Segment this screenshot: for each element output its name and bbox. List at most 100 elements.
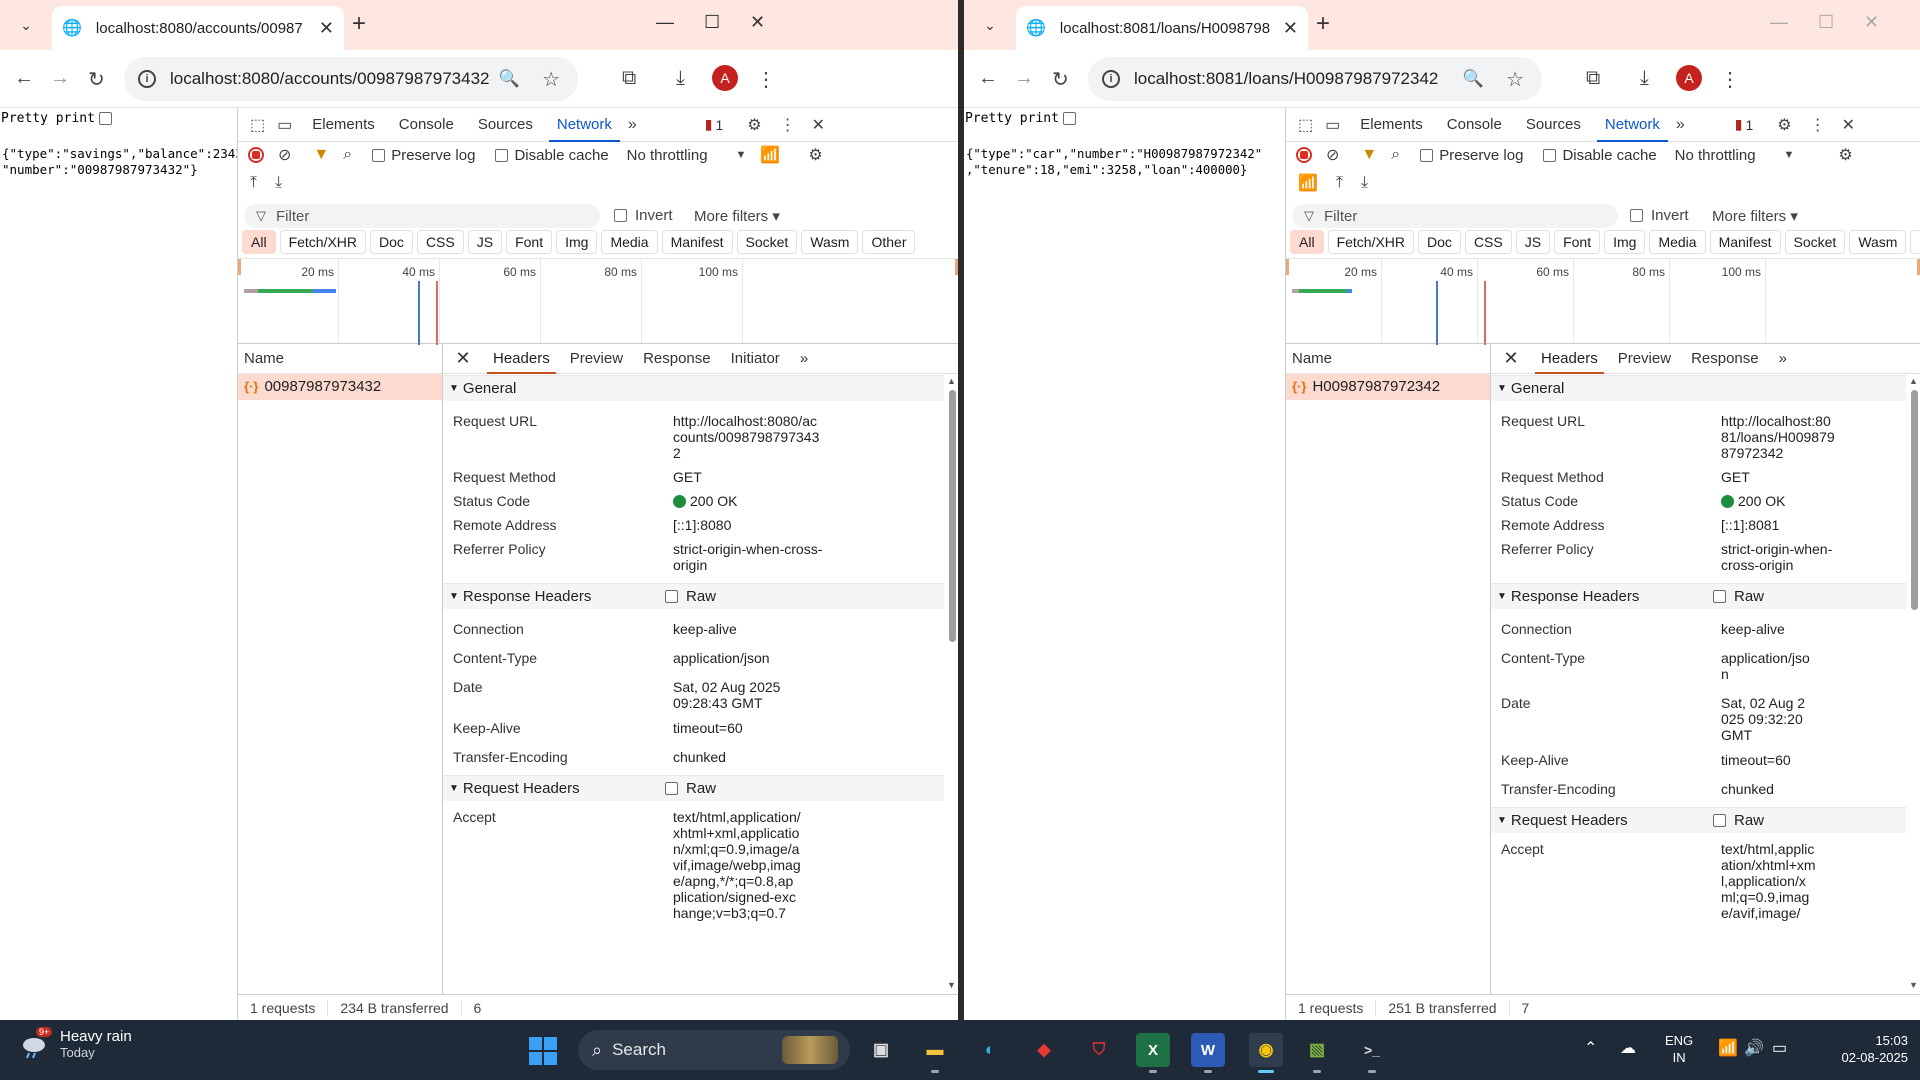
terminal-icon[interactable]: >_ (1355, 1033, 1389, 1073)
tab-console[interactable]: Console (1435, 108, 1514, 142)
tab-network[interactable]: Network (1593, 108, 1672, 142)
settings-gear-icon[interactable]: ⚙ (1777, 115, 1791, 135)
input-language-indicator[interactable]: ENG IN (1665, 1032, 1693, 1066)
general-section-header[interactable]: ▼ General (1491, 375, 1906, 401)
image-viewer-icon[interactable]: ▧ (1300, 1033, 1334, 1073)
record-button[interactable] (248, 147, 264, 163)
pretty-print-checkbox[interactable] (1062, 112, 1076, 125)
chip-font[interactable]: Font (1554, 230, 1601, 254)
tab-search-button[interactable]: ⌄ (976, 11, 1004, 39)
details-scrollbar[interactable]: ▲ ▼ (946, 374, 958, 1020)
device-toolbar-icon[interactable]: ▭ (1325, 115, 1340, 135)
devtools-menu-icon[interactable]: ⋮ (1810, 115, 1826, 135)
tab-elements[interactable]: Elements (300, 108, 387, 142)
back-button[interactable]: ← (14, 67, 34, 90)
address-bar[interactable]: i localhost:8080/accounts/00987987973432… (124, 57, 578, 101)
settings-gear-icon[interactable]: ⚙ (747, 115, 761, 135)
more-tabs-icon[interactable]: » (628, 116, 637, 134)
chip-manifest[interactable]: Manifest (1709, 230, 1781, 254)
chip-fetch-xhr[interactable]: Fetch/XHR (279, 230, 367, 254)
windows-start-button[interactable] (529, 1037, 557, 1065)
tab-network[interactable]: Network (545, 108, 624, 142)
search-icon[interactable]: ⌕ (1391, 146, 1400, 164)
info-icon[interactable]: i (1102, 70, 1120, 88)
chip-socket[interactable]: Socket (1784, 230, 1846, 254)
tab-headers[interactable]: Headers (483, 344, 560, 374)
menu-icon[interactable]: ⋮ (1720, 67, 1740, 92)
onedrive-cloud-icon[interactable]: ☁ (1620, 1038, 1636, 1058)
raw-toggle[interactable]: Raw (665, 776, 716, 802)
mcafee-shield-icon[interactable]: ⛉ (1082, 1033, 1116, 1067)
raw-toggle[interactable]: Raw (665, 584, 716, 610)
name-column-header[interactable]: Name (238, 344, 442, 374)
new-tab-button[interactable]: + (1316, 10, 1330, 38)
filter-icon[interactable]: ▼ (1361, 146, 1377, 164)
raw-checkbox[interactable] (665, 782, 678, 795)
search-icon[interactable]: ⌕ (343, 146, 352, 164)
chip-img[interactable]: Img (1604, 230, 1646, 254)
back-button[interactable]: ← (978, 67, 998, 90)
raw-checkbox[interactable] (1713, 590, 1726, 603)
disable-cache-checkbox[interactable] (495, 148, 509, 162)
issues-counter[interactable]: ▮ 1 (705, 116, 724, 133)
filter-input[interactable]: ▽ Filter (1292, 204, 1618, 228)
maximize-button[interactable]: ☐ (704, 12, 720, 33)
tab-sources[interactable]: Sources (1514, 108, 1593, 142)
device-toolbar-icon[interactable]: ▭ (277, 115, 292, 135)
chip-css[interactable]: CSS (1464, 230, 1512, 254)
response-headers-section-header[interactable]: ▼ Response Headers Raw (1491, 583, 1906, 609)
disable-cache-checkbox[interactable] (1543, 148, 1557, 162)
invert-toggle[interactable]: Invert (1630, 207, 1689, 224)
extensions-icon[interactable]: ⧉ (622, 67, 636, 90)
name-column-header[interactable]: Name (1286, 344, 1490, 374)
network-conditions-icon[interactable]: 📶 (760, 145, 780, 165)
profile-avatar[interactable]: A (1676, 65, 1702, 91)
chevron-down-icon[interactable]: ▼ (736, 149, 747, 161)
word-icon[interactable]: W (1191, 1033, 1225, 1073)
task-view-icon[interactable]: ▣ (864, 1033, 898, 1067)
tab-preview[interactable]: Preview (560, 344, 633, 374)
chip-media[interactable]: Media (1649, 230, 1706, 254)
clear-icon[interactable]: ⊘ (278, 145, 291, 165)
pretty-print-toggle[interactable]: Pretty print (1, 111, 112, 126)
reload-button[interactable]: ↻ (88, 67, 105, 92)
browser-tab[interactable]: 🌐 localhost:8080/accounts/00987 ✕ (52, 6, 344, 50)
chip-doc[interactable]: Doc (1418, 230, 1461, 254)
network-settings-icon[interactable]: ⚙ (1838, 145, 1852, 165)
throttling-select[interactable]: No throttling (1675, 147, 1756, 164)
network-conditions-icon[interactable]: 📶 (1298, 173, 1318, 193)
invert-toggle[interactable]: Invert (614, 207, 673, 224)
app-red-diamond-icon[interactable]: ◆ (1027, 1033, 1061, 1067)
edge-browser-icon[interactable]: ◐ (973, 1033, 1007, 1067)
chip-other[interactable]: Other (862, 230, 916, 254)
scroll-down-arrow-icon[interactable]: ▼ (947, 980, 956, 990)
record-button[interactable] (1296, 147, 1312, 163)
close-window-button[interactable]: ✕ (1864, 12, 1879, 33)
tab-response[interactable]: Response (633, 344, 721, 374)
chip-font[interactable]: Font (506, 230, 553, 254)
minimize-button[interactable]: — (1770, 12, 1788, 33)
new-tab-button[interactable]: + (352, 10, 366, 38)
network-overview-timeline[interactable]: 20 ms 40 ms 60 ms 80 ms 100 ms (238, 258, 958, 345)
request-row[interactable]: {·} 00987987973432 (238, 374, 442, 400)
tab-headers[interactable]: Headers (1531, 344, 1608, 374)
close-tab-icon[interactable]: ✕ (1283, 18, 1298, 39)
chip-socket[interactable]: Socket (736, 230, 798, 254)
request-headers-section-header[interactable]: ▼ Request Headers Raw (1491, 807, 1906, 833)
zoom-icon[interactable]: 🔍 (1463, 69, 1484, 89)
issues-counter[interactable]: ▮ 1 (1735, 116, 1754, 133)
chip-wasm[interactable]: Wasm (801, 230, 859, 254)
raw-toggle[interactable]: Raw (1713, 808, 1764, 834)
tab-response[interactable]: Response (1681, 344, 1769, 374)
invert-checkbox[interactable] (1630, 209, 1643, 222)
tab-preview[interactable]: Preview (1608, 344, 1681, 374)
preserve-log-checkbox[interactable] (372, 148, 386, 162)
browser-tab[interactable]: 🌐 localhost:8081/loans/H0098798 ✕ (1016, 6, 1308, 50)
chip-all[interactable]: All (242, 230, 276, 254)
reload-button[interactable]: ↻ (1052, 67, 1069, 92)
more-filters-dropdown[interactable]: More filters ▾ (694, 207, 780, 225)
menu-icon[interactable]: ⋮ (756, 67, 776, 92)
clear-icon[interactable]: ⊘ (1326, 145, 1339, 165)
close-window-button[interactable]: ✕ (750, 12, 765, 33)
network-settings-icon[interactable]: ⚙ (808, 145, 822, 165)
